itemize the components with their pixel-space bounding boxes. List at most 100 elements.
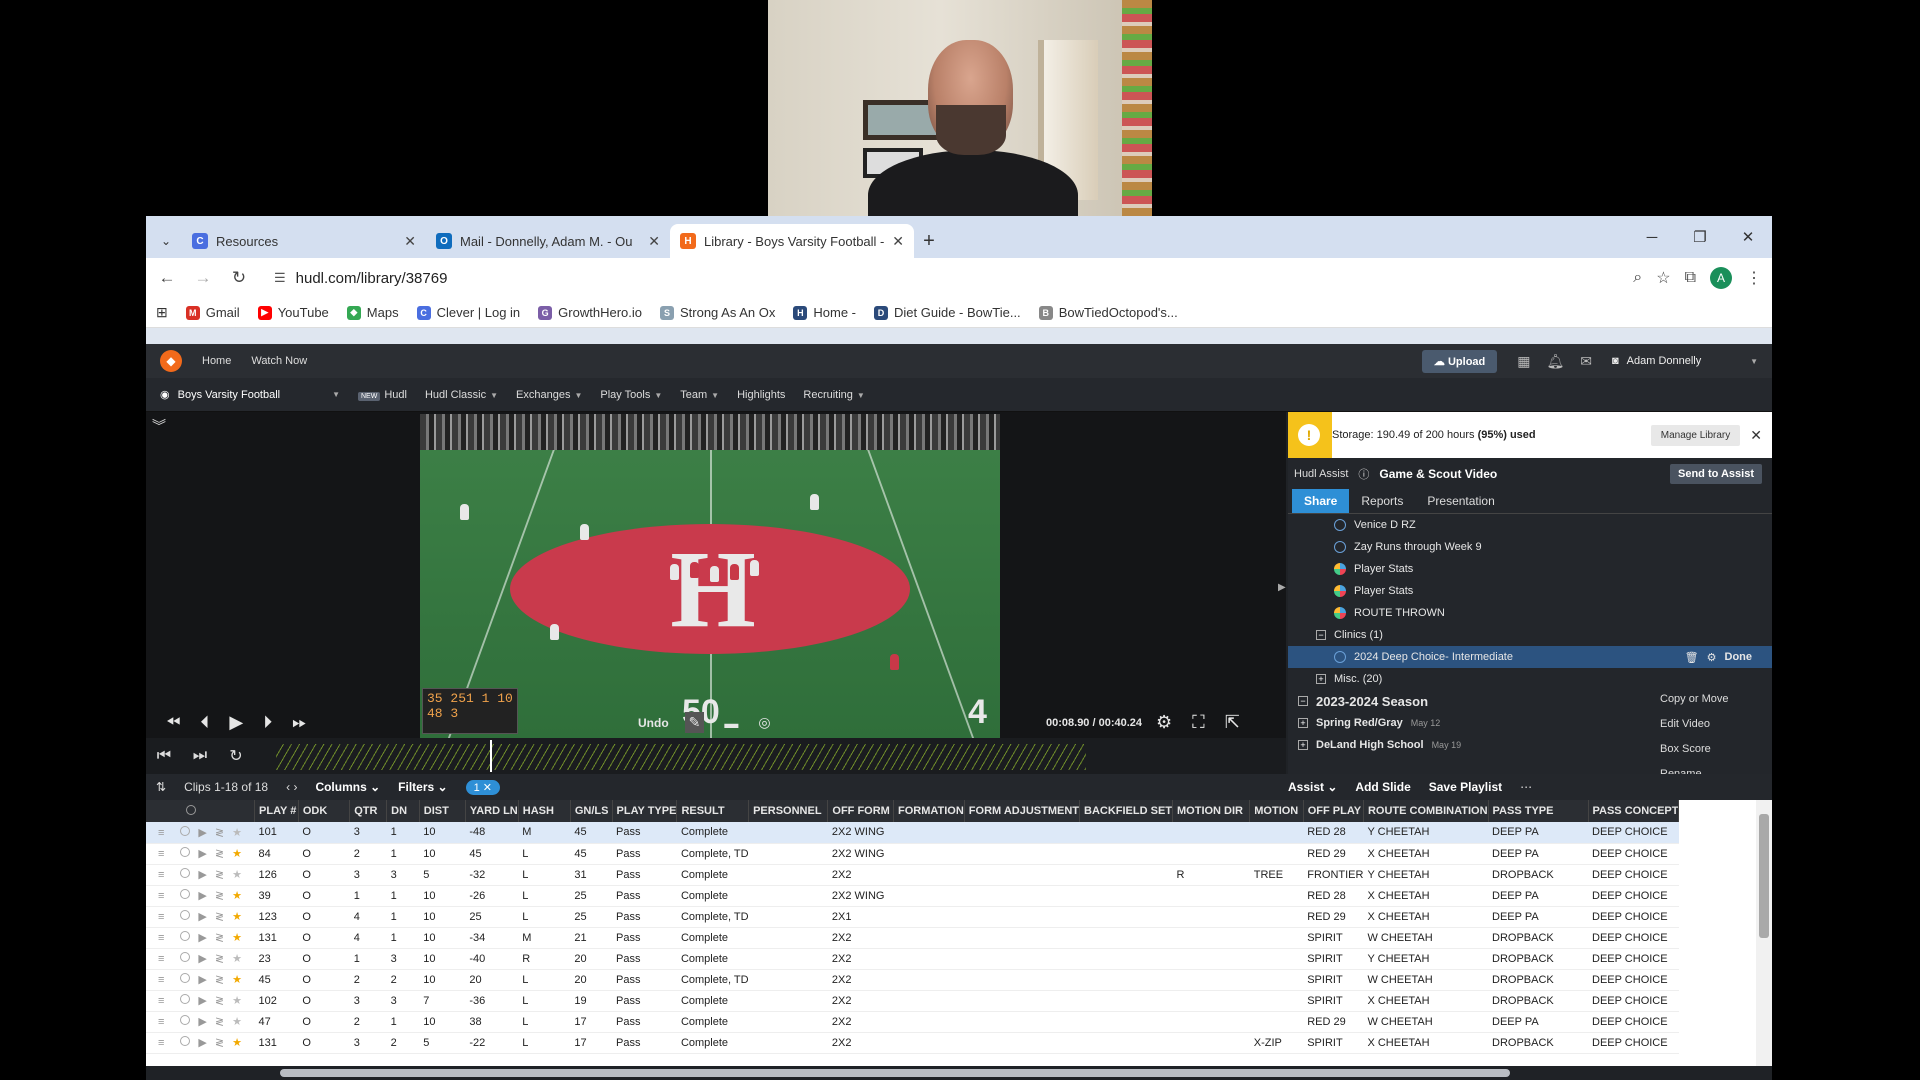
drag-handle-icon[interactable]: ≡ bbox=[158, 890, 164, 902]
restore-icon[interactable]: ❐ bbox=[1676, 228, 1724, 246]
tree-item[interactable]: Zay Runs through Week 9 bbox=[1288, 536, 1772, 558]
table-cell[interactable]: DEEP CHOICE bbox=[1588, 864, 1679, 886]
table-cell[interactable]: 10 bbox=[419, 906, 466, 928]
column-header[interactable]: ROUTE COMBINATION bbox=[1363, 800, 1489, 822]
tree-item[interactable]: Player Stats bbox=[1288, 558, 1772, 580]
table-cell[interactable]: 20 bbox=[465, 969, 519, 991]
star-icon[interactable]: ★ bbox=[232, 932, 242, 944]
table-cell[interactable]: 1 bbox=[386, 885, 420, 907]
angles-icon[interactable]: ≷ bbox=[215, 953, 224, 965]
table-cell[interactable]: O bbox=[298, 1011, 350, 1033]
table-cell[interactable]: 25 bbox=[465, 906, 519, 928]
hudl-logo-icon[interactable]: ◆ bbox=[160, 350, 182, 372]
drag-handle-icon[interactable]: ≡ bbox=[158, 995, 164, 1007]
table-cell[interactable]: -32 bbox=[465, 864, 519, 886]
star-icon[interactable]: ★ bbox=[232, 848, 242, 860]
table-cell[interactable] bbox=[1172, 969, 1250, 991]
table-cell[interactable]: DROPBACK bbox=[1488, 948, 1588, 970]
table-cell[interactable]: DEEP CHOICE bbox=[1588, 927, 1679, 949]
table-cell[interactable]: 1 bbox=[386, 906, 420, 928]
table-cell[interactable]: 2X2 WING bbox=[827, 843, 894, 865]
table-cell[interactable]: DEEP CHOICE bbox=[1588, 948, 1679, 970]
expand-icon[interactable]: + bbox=[1316, 674, 1326, 684]
table-cell[interactable] bbox=[1079, 843, 1173, 865]
select-all-checkbox[interactable] bbox=[186, 804, 196, 815]
table-cell[interactable]: 31 bbox=[570, 864, 613, 886]
bookmark-star-icon[interactable]: ☆ bbox=[1656, 268, 1670, 288]
url-field[interactable]: ☰ hudl.com/library/38769 bbox=[264, 263, 1620, 293]
angles-icon[interactable]: ≷ bbox=[215, 848, 224, 860]
table-cell[interactable]: 20 bbox=[570, 969, 613, 991]
play-clip-icon[interactable]: ▶ bbox=[198, 869, 206, 881]
table-cell[interactable]: 84 bbox=[254, 843, 299, 865]
table-cell[interactable]: 10 bbox=[419, 885, 466, 907]
reload-icon[interactable]: ↻ bbox=[228, 268, 250, 288]
context-menu-item[interactable]: Copy or Move bbox=[1652, 686, 1742, 711]
table-cell[interactable]: 25 bbox=[570, 906, 613, 928]
table-cell[interactable]: 2X2 bbox=[827, 1032, 894, 1054]
site-info-icon[interactable]: ☰ bbox=[274, 270, 286, 286]
nav-watch-now[interactable]: Watch Now bbox=[251, 355, 307, 367]
table-cell[interactable] bbox=[1172, 906, 1250, 928]
subnav-hudl[interactable]: NEW Hudl bbox=[358, 389, 407, 401]
back-arrow-icon[interactable]: ← bbox=[156, 268, 178, 288]
table-cell[interactable]: 131 bbox=[254, 1032, 299, 1054]
table-cell[interactable]: 1 bbox=[349, 948, 387, 970]
table-cell[interactable]: 2X2 WING bbox=[827, 822, 894, 844]
table-cell[interactable]: 2X2 bbox=[827, 927, 894, 949]
table-cell[interactable]: L bbox=[518, 990, 571, 1012]
column-header[interactable]: PLAY TYPE bbox=[612, 800, 678, 822]
table-cell[interactable]: Complete bbox=[676, 927, 749, 949]
drag-handle-icon[interactable]: ≡ bbox=[158, 932, 164, 944]
apps-grid-icon[interactable]: ⊞ bbox=[156, 304, 168, 321]
table-cell[interactable]: DROPBACK bbox=[1488, 990, 1588, 1012]
table-cell[interactable]: DEEP CHOICE bbox=[1588, 885, 1679, 907]
table-cell[interactable]: -26 bbox=[465, 885, 519, 907]
timeline-track[interactable] bbox=[276, 744, 1086, 770]
table-cell[interactable]: M bbox=[518, 822, 571, 844]
star-icon[interactable]: ★ bbox=[232, 1016, 242, 1028]
table-cell[interactable]: DEEP PA bbox=[1488, 885, 1588, 907]
play-clip-icon[interactable]: ▶ bbox=[198, 1016, 206, 1028]
collapse-icon[interactable]: − bbox=[1298, 696, 1308, 706]
table-cell[interactable]: 2 bbox=[386, 969, 420, 991]
table-cell[interactable]: W CHEETAH bbox=[1363, 969, 1489, 991]
star-icon[interactable]: ★ bbox=[232, 974, 242, 986]
tree-item[interactable]: 2024 Deep Choice- Intermediate 🗑︎ ⚙ Done bbox=[1288, 646, 1772, 668]
table-cell[interactable]: 1 bbox=[349, 885, 387, 907]
table-cell[interactable]: O bbox=[298, 927, 350, 949]
row-checkbox[interactable] bbox=[180, 952, 191, 962]
angles-icon[interactable]: ≷ bbox=[215, 974, 224, 986]
angles-icon[interactable]: ≷ bbox=[215, 827, 224, 839]
assist-dropdown[interactable]: Assist ⌄ bbox=[1288, 780, 1337, 794]
angles-icon[interactable]: ≷ bbox=[215, 1037, 224, 1049]
table-cell[interactable]: X CHEETAH bbox=[1363, 990, 1489, 1012]
table-cell[interactable]: Pass bbox=[612, 885, 677, 907]
tree-item[interactable]: Venice D RZ bbox=[1288, 514, 1772, 536]
table-cell[interactable]: O bbox=[298, 990, 350, 1012]
bookmark-diet-guide[interactable]: D Diet Guide - BowTie... bbox=[874, 305, 1021, 320]
profile-avatar[interactable]: A bbox=[1710, 267, 1732, 289]
table-cell[interactable]: DEEP CHOICE bbox=[1588, 1011, 1679, 1033]
table-cell[interactable]: Pass bbox=[612, 1032, 677, 1054]
column-header[interactable]: RESULT bbox=[676, 800, 750, 822]
bookmark-gmail[interactable]: M Gmail bbox=[185, 305, 240, 320]
table-cell[interactable] bbox=[1249, 822, 1304, 844]
table-cell[interactable] bbox=[893, 969, 965, 991]
table-cell[interactable]: 21 bbox=[570, 927, 613, 949]
bookmark-strong-as-an-ox[interactable]: S Strong As An Ox bbox=[659, 305, 775, 320]
table-cell[interactable] bbox=[1079, 948, 1173, 970]
table-cell[interactable]: 2X2 bbox=[827, 969, 894, 991]
table-cell[interactable] bbox=[748, 927, 828, 949]
table-cell[interactable] bbox=[964, 843, 1080, 865]
table-cell[interactable]: 5 bbox=[419, 864, 466, 886]
table-cell[interactable] bbox=[748, 822, 828, 844]
timeline-scrubber[interactable]: ⏮︎ ⏭︎ ↻ bbox=[146, 738, 1286, 774]
table-cell[interactable]: Complete bbox=[676, 864, 749, 886]
row-checkbox[interactable] bbox=[180, 973, 191, 983]
table-cell[interactable]: 2 bbox=[349, 1011, 387, 1033]
step-forward-icon[interactable]: ⏵︎ bbox=[263, 712, 272, 733]
drag-handle-icon[interactable]: ≡ bbox=[158, 848, 164, 860]
table-cell[interactable]: O bbox=[298, 885, 350, 907]
table-cell[interactable] bbox=[1079, 822, 1173, 844]
